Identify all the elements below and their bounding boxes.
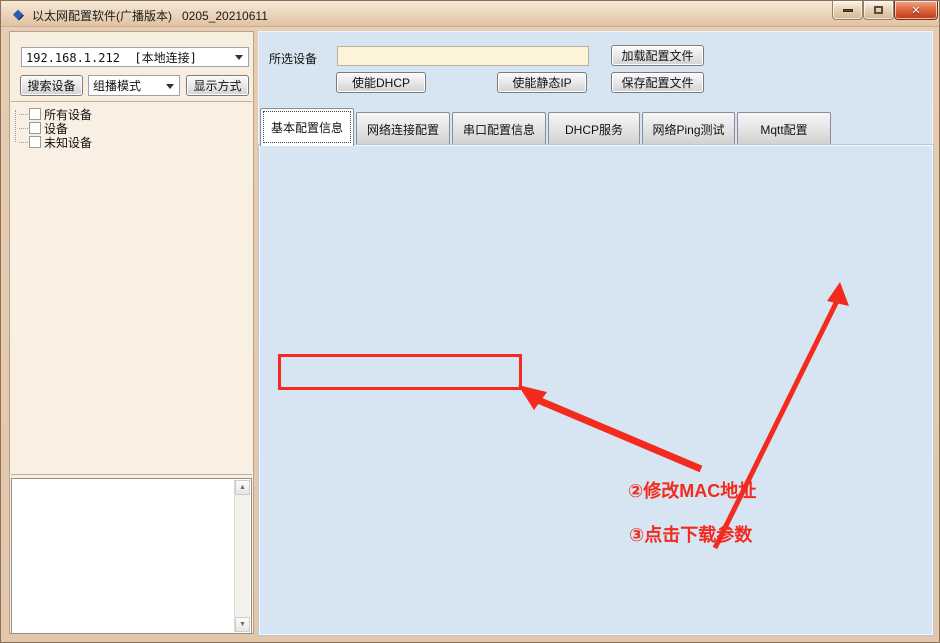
close-button[interactable]: ✕	[894, 1, 938, 20]
log-list-panel[interactable]: ▲ ▼	[11, 478, 252, 634]
chevron-down-icon	[166, 84, 174, 89]
scroll-down-icon[interactable]: ▼	[235, 617, 250, 632]
annotation-step3: ③点击下载参数	[629, 521, 752, 547]
tab-mqtt-config[interactable]: Mqtt配置	[737, 112, 831, 146]
enable-static-ip-button[interactable]: 使能静态IP	[497, 72, 587, 93]
vertical-scrollbar[interactable]: ▲ ▼	[234, 480, 250, 632]
tab-serial-config[interactable]: 串口配置信息	[452, 112, 546, 146]
checkbox-icon[interactable]	[29, 136, 41, 148]
save-config-file-button[interactable]: 保存配置文件	[611, 72, 704, 93]
adapter-select-value: 192.168.1.212 [本地连接]	[26, 49, 197, 66]
tree-dots	[19, 142, 28, 143]
adapter-select[interactable]: 192.168.1.212 [本地连接]	[21, 47, 249, 67]
mac-highlight-box	[278, 354, 522, 390]
app-window: ◆ 以太网配置软件(广播版本) 0205_20210611 ✕ 192.168.…	[0, 0, 940, 643]
search-device-button[interactable]: 搜索设备	[20, 75, 83, 96]
tree-item-unknown-devices[interactable]: 未知设备	[19, 135, 92, 149]
tab-dhcp-service[interactable]: DHCP服务	[548, 112, 640, 146]
tree-dots	[19, 128, 28, 129]
device-tree: 所有设备 设备 未知设备	[11, 101, 252, 475]
selected-device-input[interactable]	[337, 46, 589, 66]
display-mode-button[interactable]: 显示方式	[186, 75, 249, 96]
minimize-button[interactable]	[832, 1, 863, 20]
enable-dhcp-button[interactable]: 使能DHCP	[336, 72, 426, 93]
title-bar[interactable]: ◆ 以太网配置软件(广播版本) 0205_20210611 ✕	[1, 1, 940, 27]
tree-connector-line	[15, 110, 16, 142]
window-title: 以太网配置软件(广播版本) 0205_20210611	[32, 7, 268, 24]
tree-dots	[19, 114, 28, 115]
tab-network-ping[interactable]: 网络Ping测试	[642, 112, 735, 146]
annotation-step2: ②修改MAC地址	[628, 477, 756, 503]
maximize-icon	[874, 6, 883, 14]
close-icon: ✕	[911, 4, 920, 17]
cast-mode-value: 组播模式	[93, 77, 141, 94]
basic-config-tab-panel	[259, 145, 933, 635]
app-icon: ◆	[10, 6, 26, 22]
tab-basic-config[interactable]: 基本配置信息	[260, 108, 354, 146]
checkbox-icon[interactable]	[29, 108, 41, 120]
chevron-down-icon	[235, 55, 243, 60]
tab-network-connection[interactable]: 网络连接配置	[356, 112, 450, 146]
selected-device-label: 所选设备	[269, 50, 317, 67]
load-config-file-button[interactable]: 加载配置文件	[611, 45, 704, 66]
maximize-button[interactable]	[863, 1, 894, 20]
tree-item-label: 未知设备	[44, 134, 92, 151]
cast-mode-select[interactable]: 组播模式	[88, 75, 180, 96]
scroll-up-icon[interactable]: ▲	[235, 480, 250, 495]
checkbox-icon[interactable]	[29, 122, 41, 134]
minimize-icon	[843, 9, 853, 12]
